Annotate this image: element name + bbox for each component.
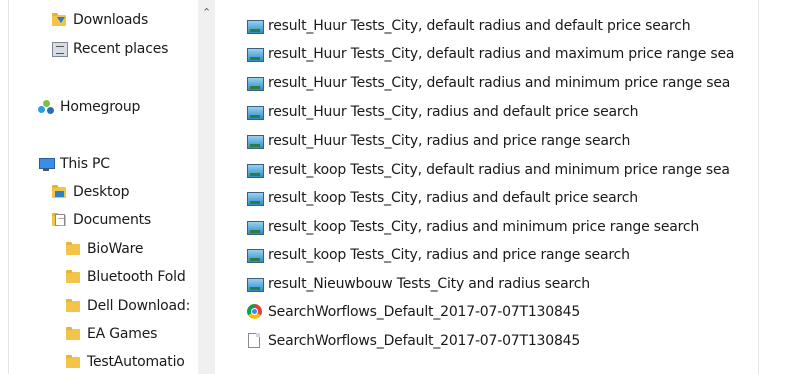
nav-item-documents[interactable]: Documents [51, 208, 151, 232]
file-item[interactable]: SearchWorflows_Default_2017-07-07T130845 [246, 328, 580, 354]
nav-item-label: Homegroup [60, 99, 141, 115]
downloads-folder-icon [51, 12, 67, 28]
folder-icon [65, 269, 81, 285]
image-file-icon [246, 190, 264, 206]
folder-icon [65, 354, 81, 370]
file-name: result_Huur Tests_City, default radius a… [268, 18, 691, 34]
file-item[interactable]: result_Huur Tests_City, radius and defau… [246, 99, 639, 125]
nav-item-label: Desktop [73, 184, 130, 200]
nav-item-testautomation[interactable]: TestAutomatio [65, 350, 185, 374]
file-list-pane: result_Huur Tests_City, default radius a… [216, 0, 758, 374]
file-item[interactable]: result_koop Tests_City, default radius a… [246, 157, 730, 183]
nav-item-label: Dell Download: [87, 298, 191, 314]
nav-item-recent-places[interactable]: Recent places [51, 37, 168, 61]
file-name: result_Nieuwbouw Tests_City and radius s… [268, 276, 590, 292]
window-right-edge [758, 0, 798, 374]
file-item[interactable]: result_koop Tests_City, radius and minim… [246, 214, 699, 240]
nav-item-bluetooth-folder[interactable]: Bluetooth Fold [65, 265, 186, 289]
file-name: result_Huur Tests_City, radius and defau… [268, 104, 639, 120]
file-item[interactable]: result_koop Tests_City, radius and price… [246, 242, 630, 268]
nav-item-label: BioWare [87, 241, 144, 257]
file-name: result_koop Tests_City, radius and minim… [268, 219, 700, 235]
navigation-pane: Downloads Recent places Homegroup This P… [9, 0, 197, 374]
image-file-icon [246, 162, 264, 178]
folder-icon [65, 241, 81, 257]
this-pc-icon [38, 156, 55, 172]
image-file-icon [246, 133, 264, 149]
file-name: result_Huur Tests_City, default radius a… [268, 46, 735, 62]
image-file-icon [246, 247, 264, 263]
nav-item-dell-downloads[interactable]: Dell Download: [65, 294, 190, 318]
nav-item-label: Downloads [73, 12, 149, 28]
chrome-html-icon [246, 304, 264, 320]
folder-icon [65, 326, 81, 342]
nav-item-homegroup[interactable]: Homegroup [38, 95, 140, 119]
desktop-folder-icon [51, 184, 67, 200]
file-item[interactable]: result_Nieuwbouw Tests_City and radius s… [246, 271, 590, 297]
file-item[interactable]: result_Huur Tests_City, default radius a… [246, 13, 691, 39]
nav-item-desktop[interactable]: Desktop [51, 180, 130, 204]
nav-item-downloads[interactable]: Downloads [51, 8, 148, 32]
recent-places-icon [51, 41, 68, 57]
nav-scrollbar[interactable]: ⌃ [198, 0, 215, 374]
file-name: SearchWorflows_Default_2017-07-07T130845 [268, 304, 581, 320]
nav-item-label: Recent places [73, 41, 169, 57]
documents-icon [51, 212, 67, 228]
nav-item-label: This PC [60, 156, 110, 172]
nav-item-bioware[interactable]: BioWare [65, 237, 143, 261]
image-file-icon [246, 46, 264, 62]
folder-icon [65, 298, 81, 314]
nav-item-this-pc[interactable]: This PC [38, 152, 110, 176]
image-file-icon [246, 219, 264, 235]
nav-item-label: EA Games [87, 326, 158, 342]
file-item[interactable]: SearchWorflows_Default_2017-07-07T130845 [246, 299, 580, 325]
text-file-icon [246, 333, 264, 349]
file-name: result_koop Tests_City, radius and defau… [268, 190, 638, 206]
homegroup-icon [38, 99, 54, 115]
nav-item-ea-games[interactable]: EA Games [65, 322, 157, 346]
nav-item-label: Documents [73, 212, 152, 228]
file-name: result_koop Tests_City, default radius a… [268, 162, 730, 178]
file-item[interactable]: result_Huur Tests_City, default radius a… [246, 70, 730, 96]
file-name: result_Huur Tests_City, default radius a… [268, 75, 731, 91]
image-file-icon [246, 104, 264, 120]
nav-item-label: Bluetooth Fold [87, 269, 186, 285]
image-file-icon [246, 75, 264, 91]
file-name: result_koop Tests_City, radius and price… [268, 247, 630, 263]
file-item[interactable]: result_Huur Tests_City, default radius a… [246, 41, 734, 67]
file-item[interactable]: result_Huur Tests_City, radius and price… [246, 128, 630, 154]
file-name: result_Huur Tests_City, radius and price… [268, 133, 631, 149]
file-item[interactable]: result_koop Tests_City, radius and defau… [246, 185, 638, 211]
file-name: SearchWorflows_Default_2017-07-07T130845 [268, 333, 581, 349]
scroll-up-arrow-icon[interactable]: ⌃ [202, 7, 212, 18]
image-file-icon [246, 18, 264, 34]
nav-item-label: TestAutomatio [87, 354, 185, 370]
window-left-border [0, 0, 9, 374]
image-file-icon [246, 276, 264, 292]
